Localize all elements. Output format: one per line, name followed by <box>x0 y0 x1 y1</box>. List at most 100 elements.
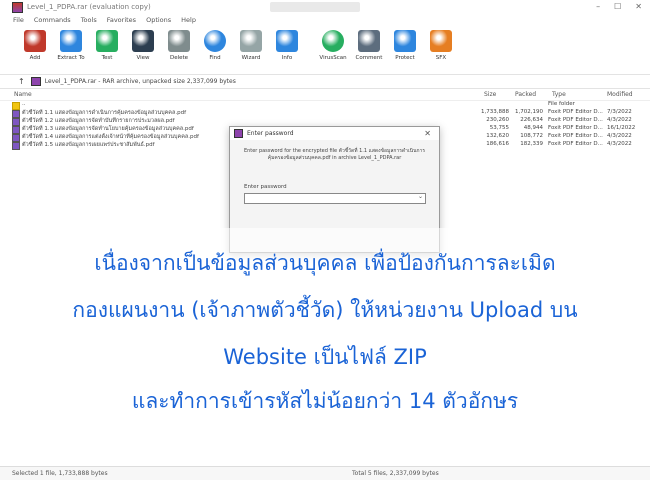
file-name: ตัวชี้วัดที่ 1.2 แสดงข้อมูลการจัดทำบันทึ… <box>22 118 175 124</box>
toolbar: Add Extract To Test View Delete Find Wizard Inf… <box>0 26 650 75</box>
parent-folder-row[interactable]: .. File folder <box>0 101 650 110</box>
menu-file[interactable]: File <box>13 16 24 24</box>
protect-icon <box>394 30 416 52</box>
file-packed: 108,772 <box>520 133 543 139</box>
toolbar-add-button[interactable]: Add <box>18 30 52 61</box>
file-packed: 1,702,190 <box>515 109 543 115</box>
notice-line-1: เนื่องจากเป็นข้อมูลส่วนบุคคล เพื่อป้องกั… <box>94 251 556 275</box>
status-left: Selected 1 file, 1,733,888 bytes <box>12 470 108 477</box>
notice-line-4: และทำการเข้ารหัสไม่น้อยกว่า 14 ตัวอักษร <box>131 389 519 413</box>
chevron-down-icon[interactable]: ⌄ <box>418 193 423 200</box>
toolbar-label: Comment <box>355 55 383 61</box>
pdf-file-icon <box>12 142 20 150</box>
toolbar-label: Add <box>29 55 41 61</box>
title-placeholder <box>270 2 360 12</box>
dialog-message: Enter password for the encrypted file ตั… <box>243 148 426 161</box>
dialog-close-icon[interactable]: ✕ <box>424 129 431 138</box>
toolbar-info-button[interactable]: Info <box>270 30 304 61</box>
toolbar-label: Delete <box>169 55 189 61</box>
file-packed: 226,634 <box>520 117 543 123</box>
toolbar-extract-to-button[interactable]: Extract To <box>54 30 88 61</box>
file-packed: 48,944 <box>523 125 543 131</box>
file-name: ตัวชี้วัดที่ 1.4 แสดงข้อมูลการแต่งตั้งเจ… <box>22 134 199 140</box>
file-type: Foxit PDF Editor D... <box>548 133 603 139</box>
up-arrow-icon[interactable]: ↑ <box>18 77 25 86</box>
toolbar-label: Test <box>101 55 113 61</box>
col-type[interactable]: Type <box>552 91 566 98</box>
archive-icon <box>30 77 41 86</box>
menu-tools[interactable]: Tools <box>81 16 97 24</box>
file-size: 230,260 <box>486 117 509 123</box>
file-name: ตัวชี้วัดที่ 1.5 แสดงข้อมูลการเผยแพร่ประ… <box>22 142 155 148</box>
toolbar-test-button[interactable]: Test <box>90 30 124 61</box>
file-row[interactable]: ตัวชี้วัดที่ 1.1 แสดงข้อมูลการดำเนินการค… <box>0 109 650 118</box>
dialog-title: Enter password <box>247 130 294 137</box>
address-text: Level_1_PDPA.rar - RAR archive, unpacked… <box>44 78 236 85</box>
close-button[interactable]: ✕ <box>635 2 642 11</box>
toolbar-find-button[interactable]: Find <box>198 30 232 61</box>
address-bar: ↑ Level_1_PDPA.rar - RAR archive, unpack… <box>0 75 650 89</box>
toolbar-label: Protect <box>395 55 415 61</box>
file-modified: 4/3/2022 <box>607 117 632 123</box>
winrar-app-icon <box>12 1 23 13</box>
toolbar-label: Extract To <box>57 55 85 61</box>
toolbar-sfx-button[interactable]: SFX <box>424 30 458 61</box>
menu-bar: File Commands Tools Favorites Options He… <box>0 14 650 26</box>
toolbar-label: Find <box>209 55 221 61</box>
menu-options[interactable]: Options <box>146 16 171 24</box>
maximize-button[interactable]: ☐ <box>614 2 621 11</box>
column-header: Name Size Packed Type Modified <box>0 89 650 101</box>
toolbar-virusscan-button[interactable]: VirusScan <box>316 30 350 61</box>
col-size[interactable]: Size <box>484 91 496 98</box>
toolbar-comment-button[interactable]: Comment <box>352 30 386 61</box>
file-type: File folder <box>548 101 575 107</box>
test-icon <box>96 30 118 52</box>
file-name: ตัวชี้วัดที่ 1.3 แสดงข้อมูลการจัดทำนโยบา… <box>22 126 194 132</box>
toolbar-protect-button[interactable]: Protect <box>388 30 422 61</box>
file-type: Foxit PDF Editor D... <box>548 109 603 115</box>
col-modified[interactable]: Modified <box>607 91 633 98</box>
sfx-icon <box>430 30 452 52</box>
file-type: Foxit PDF Editor D... <box>548 125 603 131</box>
file-name: ตัวชี้วัดที่ 1.1 แสดงข้อมูลการดำเนินการค… <box>22 110 187 116</box>
toolbar-view-button[interactable]: View <box>126 30 160 61</box>
toolbar-wizard-button[interactable]: Wizard <box>234 30 268 61</box>
file-size: 1,733,888 <box>481 109 509 115</box>
dialog-key-icon <box>234 129 243 138</box>
password-input[interactable]: ⌄ <box>244 193 426 204</box>
file-row[interactable]: ตัวชี้วัดที่ 1.2 แสดงข้อมูลการจัดทำบันทึ… <box>0 117 650 126</box>
file-name: .. <box>22 101 26 107</box>
file-modified: 16/1/2022 <box>607 125 636 131</box>
minimize-button[interactable]: – <box>596 2 600 11</box>
menu-favorites[interactable]: Favorites <box>107 16 136 24</box>
col-packed[interactable]: Packed <box>515 91 536 98</box>
view-icon <box>132 30 154 52</box>
status-right: Total 5 files, 2,337,099 bytes <box>352 470 439 477</box>
toolbar-label: VirusScan <box>319 55 347 61</box>
window-title: Level_1_PDPA.rar (evaluation copy) <box>27 3 151 11</box>
delete-icon <box>168 30 190 52</box>
menu-help[interactable]: Help <box>181 16 196 24</box>
menu-commands[interactable]: Commands <box>34 16 71 24</box>
file-size: 53,755 <box>489 125 509 131</box>
toolbar-label: View <box>136 55 150 61</box>
comment-icon <box>358 30 380 52</box>
window-controls: – ☐ ✕ <box>596 2 642 11</box>
find-icon <box>204 30 226 52</box>
toolbar-delete-button[interactable]: Delete <box>162 30 196 61</box>
virusscan-icon <box>322 30 344 52</box>
file-modified: 4/3/2022 <box>607 133 632 139</box>
col-name[interactable]: Name <box>14 91 32 98</box>
toolbar-label: SFX <box>435 55 447 61</box>
info-icon <box>276 30 298 52</box>
file-size: 186,616 <box>486 141 509 147</box>
file-modified: 4/3/2022 <box>607 141 632 147</box>
add-archive-icon <box>24 30 46 52</box>
password-label: Enter password <box>244 184 287 190</box>
wizard-icon <box>240 30 262 52</box>
file-size: 132,620 <box>486 133 509 139</box>
toolbar-label: Wizard <box>241 55 261 61</box>
file-modified: 7/3/2022 <box>607 109 632 115</box>
notice-line-2: กองแผนงาน (เจ้าภาพตัวชี้วัด) ให้หน่วยงาน… <box>72 298 578 322</box>
status-bar: Selected 1 file, 1,733,888 bytes Total 5… <box>0 466 650 480</box>
